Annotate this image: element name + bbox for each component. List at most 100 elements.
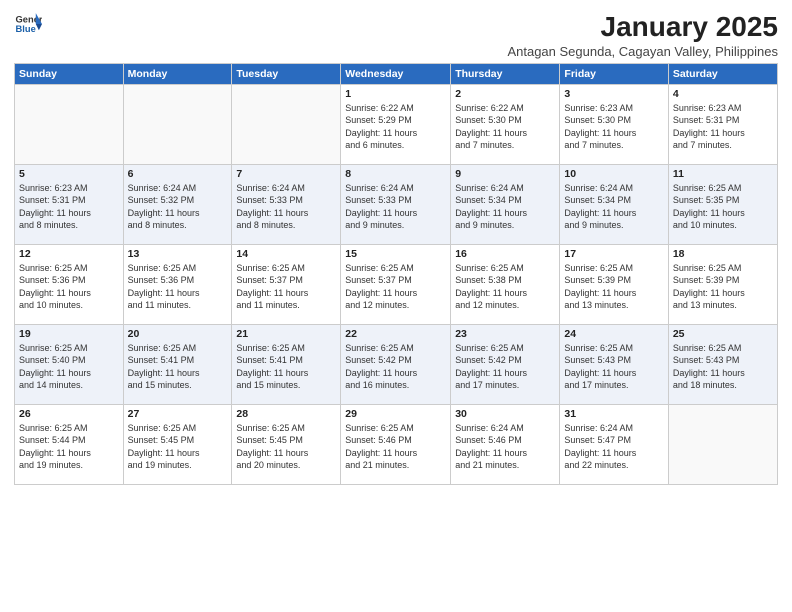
day-number: 8 — [345, 168, 446, 180]
day-info: Sunrise: 6:25 AM Sunset: 5:44 PM Dayligh… — [19, 422, 119, 472]
table-row: 5Sunrise: 6:23 AM Sunset: 5:31 PM Daylig… — [15, 164, 124, 244]
table-row: 2 Sunrise: 6:22 AM Sunset: 5:30 PM Daylig… — [451, 84, 560, 164]
table-row: 30 Sunrise: 6:24 AM Sunset: 5:46 PM Dayli… — [451, 404, 560, 484]
calendar-week-row: 26 Sunrise: 6:25 AM Sunset: 5:44 PM Dayli… — [15, 404, 778, 484]
table-row: 22 Sunrise: 6:25 AM Sunset: 5:42 PM Dayli… — [341, 324, 451, 404]
day-info: Sunrise: 6:24 AM Sunset: 5:33 PM Dayligh… — [236, 182, 336, 232]
table-row: 26 Sunrise: 6:25 AM Sunset: 5:44 PM Dayli… — [15, 404, 124, 484]
table-row: 18 Sunrise: 6:25 AM Sunset: 5:39 PM Dayli… — [668, 244, 777, 324]
day-info: Sunrise: 6:22 AM Sunset: 5:29 PM Dayligh… — [345, 102, 446, 152]
day-number: 10 — [564, 168, 663, 180]
table-row: 23Sunrise: 6:25 AM Sunset: 5:42 PM Dayli… — [451, 324, 560, 404]
day-info: Sunrise: 6:22 AM Sunset: 5:30 PM Dayligh… — [455, 102, 555, 152]
table-row: 20Sunrise: 6:25 AM Sunset: 5:41 PM Dayli… — [123, 324, 232, 404]
table-row: 28 Sunrise: 6:25 AM Sunset: 5:45 PM Dayli… — [232, 404, 341, 484]
table-row: 7Sunrise: 6:24 AM Sunset: 5:33 PM Daylig… — [232, 164, 341, 244]
day-info: Sunrise: 6:24 AM Sunset: 5:34 PM Dayligh… — [564, 182, 663, 232]
day-info: Sunrise: 6:23 AM Sunset: 5:31 PM Dayligh… — [673, 102, 773, 152]
day-info: Sunrise: 6:25 AM Sunset: 5:42 PM Dayligh… — [345, 342, 446, 392]
day-info: Sunrise: 6:25 AM Sunset: 5:39 PM Dayligh… — [564, 262, 663, 312]
table-row: 21 Sunrise: 6:25 AM Sunset: 5:41 PM Dayli… — [232, 324, 341, 404]
day-number: 15 — [345, 248, 446, 260]
table-row: 10 Sunrise: 6:24 AM Sunset: 5:34 PM Dayli… — [560, 164, 668, 244]
table-row: 17Sunrise: 6:25 AM Sunset: 5:39 PM Dayli… — [560, 244, 668, 324]
table-row: 6 Sunrise: 6:24 AM Sunset: 5:32 PM Daylig… — [123, 164, 232, 244]
table-row: 13 Sunrise: 6:25 AM Sunset: 5:36 PM Dayli… — [123, 244, 232, 324]
day-number: 18 — [673, 248, 773, 260]
day-info: Sunrise: 6:25 AM Sunset: 5:46 PM Dayligh… — [345, 422, 446, 472]
table-row — [123, 84, 232, 164]
logo-icon: General Blue — [14, 10, 42, 38]
table-row: 29 Sunrise: 6:25 AM Sunset: 5:46 PM Dayli… — [341, 404, 451, 484]
table-row — [15, 84, 124, 164]
day-number: 30 — [455, 408, 555, 420]
table-row: 15Sunrise: 6:25 AM Sunset: 5:37 PM Dayli… — [341, 244, 451, 324]
day-info: Sunrise: 6:24 AM Sunset: 5:33 PM Dayligh… — [345, 182, 446, 232]
table-row: 3Sunrise: 6:23 AM Sunset: 5:30 PM Daylig… — [560, 84, 668, 164]
day-info: Sunrise: 6:25 AM Sunset: 5:45 PM Dayligh… — [128, 422, 228, 472]
table-row: 24 Sunrise: 6:25 AM Sunset: 5:43 PM Dayli… — [560, 324, 668, 404]
day-number: 4 — [673, 88, 773, 100]
header: General Blue January 2025 Antagan Segund… — [14, 10, 778, 59]
day-number: 24 — [564, 328, 663, 340]
day-info: Sunrise: 6:25 AM Sunset: 5:41 PM Dayligh… — [236, 342, 336, 392]
day-number: 13 — [128, 248, 228, 260]
calendar-week-row: 19 Sunrise: 6:25 AM Sunset: 5:40 PM Dayli… — [15, 324, 778, 404]
col-monday: Monday — [123, 63, 232, 84]
day-info: Sunrise: 6:24 AM Sunset: 5:34 PM Dayligh… — [455, 182, 555, 232]
day-info: Sunrise: 6:23 AM Sunset: 5:31 PM Dayligh… — [19, 182, 119, 232]
table-row: 11 Sunrise: 6:25 AM Sunset: 5:35 PM Dayli… — [668, 164, 777, 244]
table-row: 27 Sunrise: 6:25 AM Sunset: 5:45 PM Dayli… — [123, 404, 232, 484]
month-year: January 2025 — [507, 10, 778, 44]
day-info: Sunrise: 6:25 AM Sunset: 5:40 PM Dayligh… — [19, 342, 119, 392]
day-number: 2 — [455, 88, 555, 100]
day-number: 27 — [128, 408, 228, 420]
col-thursday: Thursday — [451, 63, 560, 84]
day-number: 22 — [345, 328, 446, 340]
table-row: 4 Sunrise: 6:23 AM Sunset: 5:31 PM Daylig… — [668, 84, 777, 164]
day-number: 9 — [455, 168, 555, 180]
table-row: 9 Sunrise: 6:24 AM Sunset: 5:34 PM Daylig… — [451, 164, 560, 244]
title-block: January 2025 Antagan Segunda, Cagayan Va… — [507, 10, 778, 59]
day-info: Sunrise: 6:25 AM Sunset: 5:36 PM Dayligh… — [19, 262, 119, 312]
day-info: Sunrise: 6:25 AM Sunset: 5:45 PM Dayligh… — [236, 422, 336, 472]
table-row: 25Sunrise: 6:25 AM Sunset: 5:43 PM Dayli… — [668, 324, 777, 404]
logo: General Blue — [14, 10, 44, 38]
day-number: 23 — [455, 328, 555, 340]
day-info: Sunrise: 6:25 AM Sunset: 5:36 PM Dayligh… — [128, 262, 228, 312]
day-info: Sunrise: 6:25 AM Sunset: 5:38 PM Dayligh… — [455, 262, 555, 312]
table-row: 16 Sunrise: 6:25 AM Sunset: 5:38 PM Dayli… — [451, 244, 560, 324]
day-number: 6 — [128, 168, 228, 180]
calendar-week-row: 5Sunrise: 6:23 AM Sunset: 5:31 PM Daylig… — [15, 164, 778, 244]
col-sunday: Sunday — [15, 63, 124, 84]
day-number: 21 — [236, 328, 336, 340]
day-number: 19 — [19, 328, 119, 340]
day-number: 16 — [455, 248, 555, 260]
day-number: 14 — [236, 248, 336, 260]
calendar-week-row: 1Sunrise: 6:22 AM Sunset: 5:29 PM Daylig… — [15, 84, 778, 164]
col-friday: Friday — [560, 63, 668, 84]
col-saturday: Saturday — [668, 63, 777, 84]
page: General Blue January 2025 Antagan Segund… — [0, 0, 792, 612]
day-info: Sunrise: 6:24 AM Sunset: 5:46 PM Dayligh… — [455, 422, 555, 472]
table-row: 19 Sunrise: 6:25 AM Sunset: 5:40 PM Dayli… — [15, 324, 124, 404]
day-info: Sunrise: 6:25 AM Sunset: 5:39 PM Dayligh… — [673, 262, 773, 312]
day-info: Sunrise: 6:24 AM Sunset: 5:47 PM Dayligh… — [564, 422, 663, 472]
table-row — [668, 404, 777, 484]
day-info: Sunrise: 6:25 AM Sunset: 5:43 PM Dayligh… — [564, 342, 663, 392]
calendar-week-row: 12Sunrise: 6:25 AM Sunset: 5:36 PM Dayli… — [15, 244, 778, 324]
table-row — [232, 84, 341, 164]
day-info: Sunrise: 6:25 AM Sunset: 5:35 PM Dayligh… — [673, 182, 773, 232]
day-info: Sunrise: 6:24 AM Sunset: 5:32 PM Dayligh… — [128, 182, 228, 232]
calendar-table: Sunday Monday Tuesday Wednesday Thursday… — [14, 63, 778, 485]
svg-text:Blue: Blue — [16, 24, 36, 34]
day-number: 11 — [673, 168, 773, 180]
day-info: Sunrise: 6:23 AM Sunset: 5:30 PM Dayligh… — [564, 102, 663, 152]
calendar-header-row: Sunday Monday Tuesday Wednesday Thursday… — [15, 63, 778, 84]
day-number: 20 — [128, 328, 228, 340]
location: Antagan Segunda, Cagayan Valley, Philipp… — [507, 44, 778, 59]
day-number: 29 — [345, 408, 446, 420]
day-number: 28 — [236, 408, 336, 420]
day-number: 26 — [19, 408, 119, 420]
table-row: 14Sunrise: 6:25 AM Sunset: 5:37 PM Dayli… — [232, 244, 341, 324]
